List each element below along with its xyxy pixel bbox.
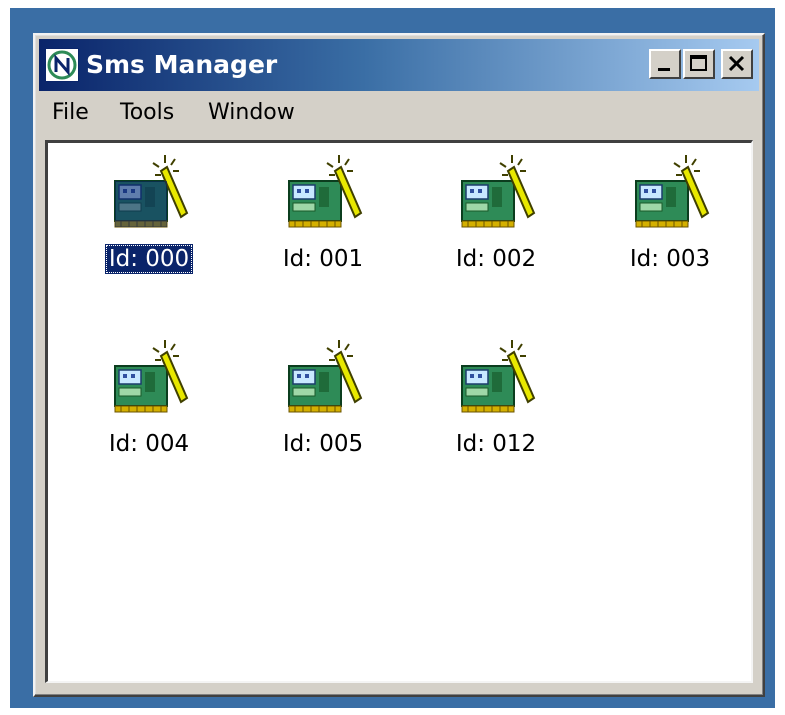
menu-file[interactable]: File: [49, 97, 92, 129]
close-button[interactable]: [721, 49, 753, 79]
window-title: Sms Manager: [86, 50, 278, 79]
device-item-002[interactable]: Id: 002: [421, 153, 571, 303]
device-item-005[interactable]: Id: 005: [248, 338, 398, 488]
circuit-board-wand-icon: [114, 339, 188, 413]
menu-bar: File Tools Window: [39, 93, 759, 135]
device-item-004[interactable]: Id: 004: [74, 338, 224, 488]
circuit-board-wand-icon: [114, 154, 188, 228]
device-label: Id: 003: [629, 246, 711, 272]
circuit-board-wand-icon: [288, 339, 362, 413]
device-item-000[interactable]: Id: 000: [74, 153, 224, 303]
close-icon: [723, 55, 751, 81]
circuit-board-wand-icon: [461, 339, 535, 413]
device-item-003[interactable]: Id: 003: [595, 153, 745, 303]
menu-window[interactable]: Window: [205, 97, 298, 129]
menu-tools[interactable]: Tools: [117, 97, 177, 129]
device-label: Id: 012: [455, 431, 537, 457]
maximize-icon: [685, 55, 713, 81]
sms-manager-window: Sms Manager File Tools Window Id: 000 Id…: [33, 33, 765, 697]
minimize-button[interactable]: [649, 49, 681, 79]
device-label: Id: 001: [282, 246, 364, 272]
circuit-board-wand-icon: [288, 154, 362, 228]
device-list-view[interactable]: Id: 000 Id: 001 Id: 002 Id: 003 Id: 004 …: [45, 140, 753, 683]
device-item-012[interactable]: Id: 012: [421, 338, 571, 488]
device-label: Id: 000: [74, 244, 224, 274]
device-label: Id: 005: [282, 431, 364, 457]
device-label: Id: 002: [455, 246, 537, 272]
device-item-001[interactable]: Id: 001: [248, 153, 398, 303]
maximize-button[interactable]: [683, 49, 715, 79]
device-label: Id: 004: [108, 431, 190, 457]
circuit-board-wand-icon: [635, 154, 709, 228]
minimize-icon: [651, 62, 679, 81]
app-logo-icon[interactable]: [45, 48, 79, 82]
circuit-board-wand-icon: [461, 154, 535, 228]
title-bar[interactable]: Sms Manager: [39, 39, 759, 91]
